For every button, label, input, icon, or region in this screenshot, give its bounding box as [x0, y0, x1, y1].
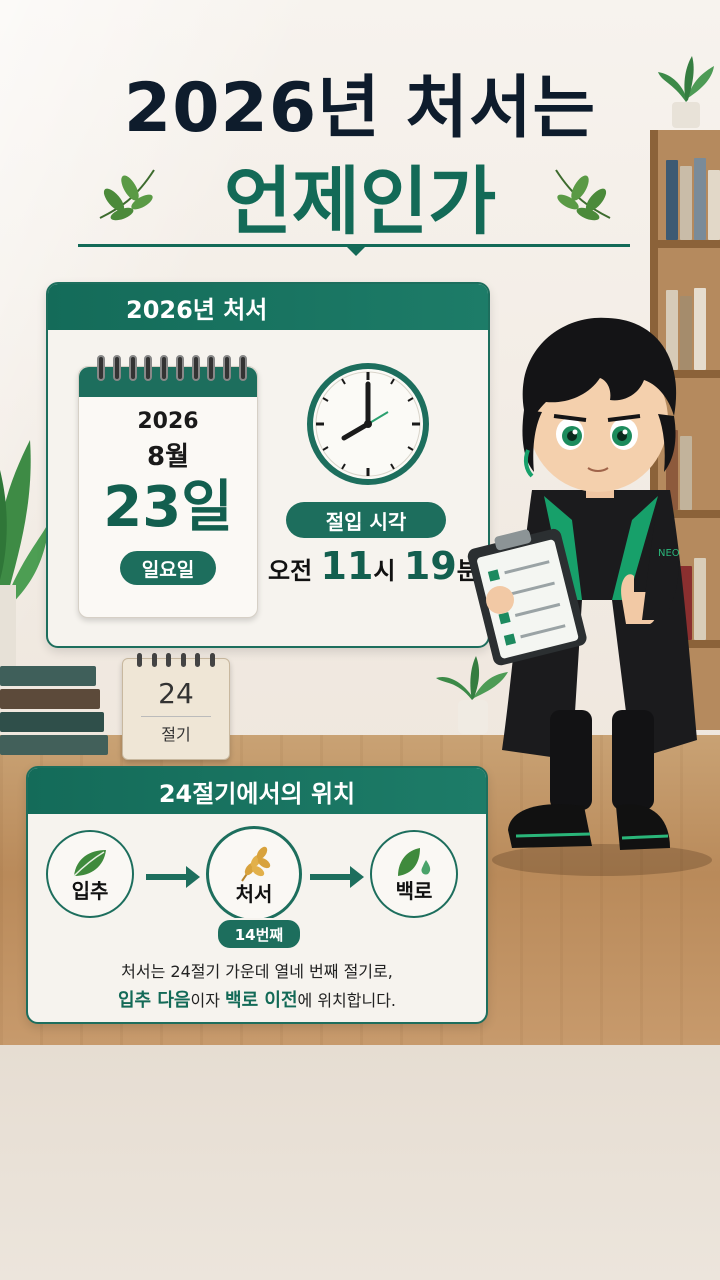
desk-calendar-label: 절기: [141, 716, 211, 745]
desk-calendar-number: 24: [158, 677, 194, 710]
time-hour-unit: 시: [373, 557, 396, 585]
calendar-year: 2026: [137, 409, 199, 434]
sleeve-badge: NEO: [658, 548, 680, 559]
description-line-1: 처서는 24절기 가운데 열네 번째 절기로,: [121, 962, 393, 981]
term-label: 절입 시각: [286, 502, 446, 538]
dew-leaf-icon: [398, 848, 431, 876]
node-current-term: 처서: [206, 826, 302, 922]
time-hour: 11: [320, 544, 374, 588]
position-card: 24절기에서의 위치 입추 처서 14번째 백로 처서는 24절기 가운데 열네…: [26, 766, 488, 1024]
calendar-day: 23일: [103, 475, 233, 540]
clock-icon: [307, 363, 429, 485]
node-prev-term: 입추: [46, 830, 134, 918]
leaf-right-icon: [555, 169, 611, 221]
term-time: 오전 11시 19분: [268, 544, 479, 588]
desc-highlight-prev: 입추 다음: [117, 990, 191, 1011]
book-stack: [0, 666, 108, 758]
description-line-2: 입추 다음이자 백로 이전에 위치합니다.: [28, 986, 486, 1012]
title-divider: [78, 244, 630, 256]
calendar-month: 8월: [146, 442, 189, 472]
position-card-heading: 24절기에서의 위치: [28, 768, 486, 814]
wheat-icon: [241, 846, 271, 882]
node-next-term: 백로: [370, 830, 458, 918]
date-card: 2026년 처서 2026 8월 23일 일요일 절입 시각 오전 11시 19…: [46, 282, 490, 648]
time-ampm: 오전: [268, 557, 313, 585]
leaf-icon: [73, 850, 106, 877]
desc-text: 이자: [190, 991, 226, 1010]
calendar: 2026 8월 23일 일요일: [78, 355, 258, 618]
desc-highlight-next: 백로 이전: [225, 990, 298, 1011]
order-badge: 14번째: [216, 918, 302, 950]
desk-calendar: 24 절기: [122, 653, 230, 760]
lower-background: [0, 1045, 720, 1280]
character-illustration: NEO: [467, 317, 712, 876]
calendar-weekday: 일요일: [120, 551, 216, 585]
time-minute: 19: [403, 544, 457, 588]
arrow-right-icon: [310, 866, 364, 888]
date-card-heading: 2026년 처서: [48, 284, 488, 330]
arrow-right-icon: [146, 866, 200, 888]
desc-text-end: 에 위치합니다.: [297, 991, 397, 1010]
page-title: 2026년 처서는: [123, 69, 597, 148]
leaf-left-icon: [99, 169, 155, 221]
plant-left-icon: [0, 440, 50, 675]
